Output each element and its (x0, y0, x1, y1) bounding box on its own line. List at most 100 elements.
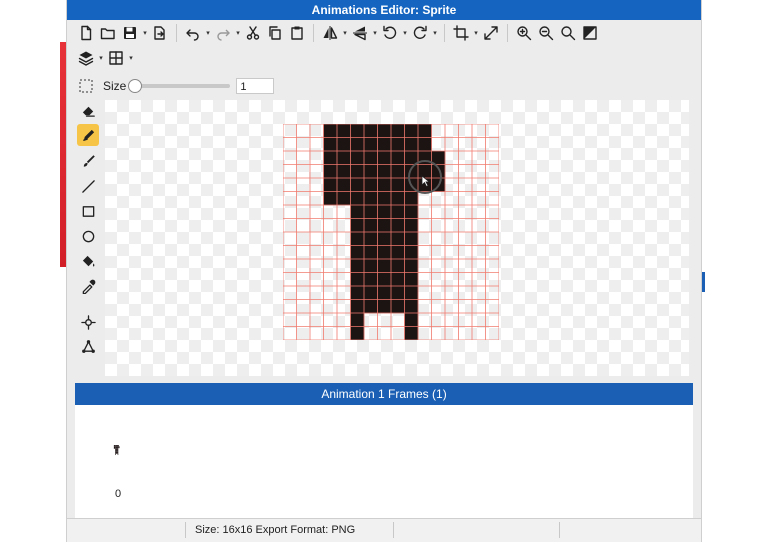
thumbnail-pixel (116, 452, 118, 454)
chevron-down-icon[interactable]: ▾ (97, 54, 105, 62)
sprite-pixel (350, 245, 365, 260)
cut-icon[interactable] (242, 22, 264, 44)
frame-thumbnail[interactable] (112, 444, 122, 456)
open-folder-icon[interactable] (97, 22, 119, 44)
save-icon[interactable] (119, 22, 141, 44)
grid-icon[interactable] (105, 47, 127, 69)
sprite-pixel (350, 137, 365, 152)
zoom-actual-icon[interactable] (557, 22, 579, 44)
sprite-canvas[interactable] (283, 124, 499, 340)
sprite-pixel (337, 178, 351, 192)
thumbnail-pixel (113, 446, 115, 448)
thumbnail-pixel (116, 449, 118, 451)
sprite-pixel (323, 191, 338, 206)
chevron-down-icon[interactable]: ▾ (204, 29, 212, 37)
sprite-pixel (337, 124, 351, 138)
chevron-down-icon[interactable]: ▾ (341, 29, 349, 37)
rotate-left-icon[interactable] (379, 22, 401, 44)
sprite-pixel (404, 137, 419, 152)
thumbnail-pixel (115, 448, 116, 450)
thumbnail-pixel (115, 450, 116, 451)
thumbnail-pixel (115, 452, 117, 454)
sprite-pixel (350, 272, 365, 287)
line-icon[interactable] (77, 175, 99, 197)
zoom-in-icon[interactable] (513, 22, 535, 44)
status-divider (393, 522, 394, 538)
window-title: Animations Editor: Sprite (67, 0, 701, 20)
thumbnail-pixel (117, 450, 118, 451)
pencil-icon[interactable] (77, 124, 99, 146)
size-slider[interactable] (128, 79, 231, 93)
sprite-pixel (377, 299, 392, 314)
copy-icon[interactable] (264, 22, 286, 44)
thumbnail-pixel (116, 450, 118, 452)
sprite-pixel (337, 137, 351, 152)
thumbnail-pixel (115, 451, 116, 453)
rotate-right-icon[interactable] (409, 22, 431, 44)
sprite-pixel (364, 191, 378, 206)
chevron-down-icon[interactable]: ▾ (127, 54, 135, 62)
thumbnail-pixel (115, 447, 116, 449)
size-slider-thumb[interactable] (128, 79, 143, 93)
flip-horizontal-icon[interactable] (319, 22, 341, 44)
thumbnail-pixel (117, 452, 119, 454)
size-input[interactable]: 1 (236, 78, 275, 94)
rectangle-icon[interactable] (77, 200, 99, 222)
sprite-pixel (391, 299, 405, 314)
thumbnail-pixel (117, 446, 118, 447)
sprite-pixel (364, 299, 378, 314)
thumbnail-pixel (115, 445, 117, 446)
chevron-down-icon[interactable]: ▾ (472, 29, 480, 37)
thumbnail-pixel (117, 454, 119, 456)
sprite-canvas-area[interactable] (105, 100, 689, 376)
chevron-down-icon[interactable]: ▾ (141, 29, 149, 37)
thumbnail-pixel (115, 451, 117, 452)
resize-icon[interactable] (480, 22, 502, 44)
fill-bucket-icon[interactable] (77, 250, 99, 272)
chevron-down-icon[interactable]: ▾ (234, 29, 242, 37)
undo-icon[interactable] (182, 22, 204, 44)
sprite-pixel (377, 218, 392, 233)
sprite-pixel (350, 191, 365, 206)
sprite-pixel (377, 245, 392, 260)
chevron-down-icon[interactable]: ▾ (371, 29, 379, 37)
selection-icon[interactable] (75, 75, 97, 97)
eraser-icon[interactable] (77, 99, 99, 121)
sprite-pixel (404, 259, 419, 273)
sprite-pixel (337, 151, 351, 165)
background-toggle-icon[interactable] (579, 22, 601, 44)
sprite-pixel (404, 124, 419, 138)
thumbnail-pixel (117, 445, 118, 446)
thumbnail-pixel (117, 451, 119, 452)
redo-icon[interactable] (212, 22, 234, 44)
crop-icon[interactable] (450, 22, 472, 44)
zoom-out-icon[interactable] (535, 22, 557, 44)
sprite-pixel (404, 286, 419, 300)
chevron-down-icon[interactable]: ▾ (431, 29, 439, 37)
sprite-pixel (391, 137, 405, 152)
thumbnail-pixel (113, 445, 115, 446)
sprite-pixel (391, 245, 405, 260)
move-pivot-icon[interactable] (77, 311, 99, 333)
brush-icon[interactable] (77, 150, 99, 172)
thumbnail-pixel (113, 445, 115, 447)
sprite-pixel (391, 205, 405, 219)
sprite-pixel (364, 137, 378, 152)
layers-icon[interactable] (75, 47, 97, 69)
export-icon[interactable] (149, 22, 171, 44)
new-file-icon[interactable] (75, 22, 97, 44)
sprite-pixel (391, 272, 405, 287)
background-window-edge (60, 42, 67, 267)
chevron-down-icon[interactable]: ▾ (401, 29, 409, 37)
thumbnail-pixel (118, 446, 119, 447)
flip-vertical-icon[interactable] (349, 22, 371, 44)
eyedropper-icon[interactable] (77, 275, 99, 297)
thumbnail-pixel (115, 450, 117, 451)
sprite-pixel (337, 164, 351, 179)
thumbnail-pixel (117, 453, 118, 454)
thumbnail-pixel (117, 446, 119, 448)
vertex-icon[interactable] (77, 335, 99, 357)
sprite-pixel (350, 151, 365, 165)
ellipse-icon[interactable] (77, 225, 99, 247)
paste-icon[interactable] (286, 22, 308, 44)
